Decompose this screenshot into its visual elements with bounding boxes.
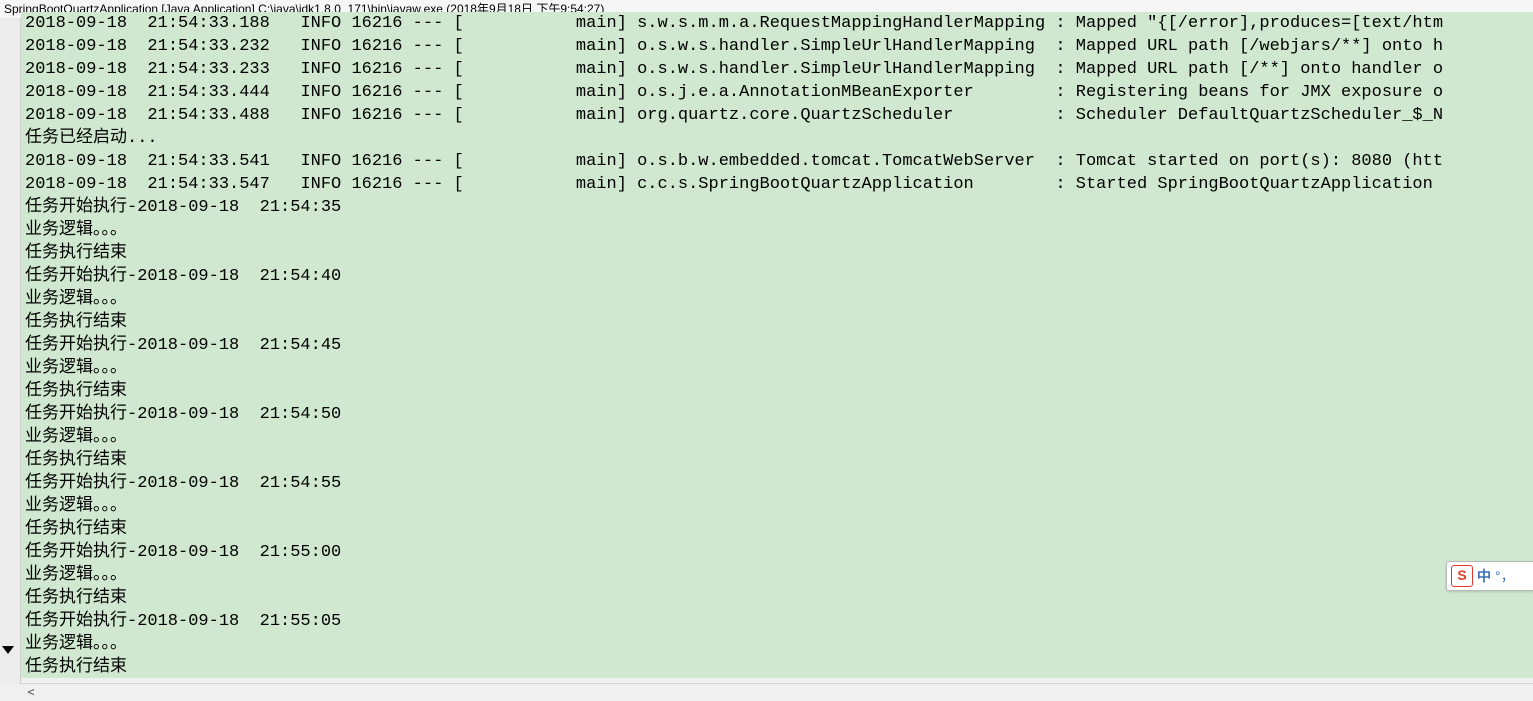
horizontal-scrollbar[interactable]: < (20, 683, 1533, 701)
console-line: 任务执行结束 (25, 656, 1529, 678)
console-line: 任务开始执行-2018-09-18 21:54:55 (25, 472, 1529, 495)
console-wrap: 2018-09-18 21:54:33.188 INFO 16216 --- [… (0, 18, 1533, 684)
console-output[interactable]: 2018-09-18 21:54:33.188 INFO 16216 --- [… (21, 12, 1533, 678)
console-line: 2018-09-18 21:54:33.547 INFO 16216 --- [… (25, 173, 1529, 196)
ime-punct: °， (1495, 566, 1515, 586)
console-line: 业务逻辑。。。 (25, 633, 1529, 656)
console-line: 任务开始执行-2018-09-18 21:54:35 (25, 196, 1529, 219)
console-line: 任务开始执行-2018-09-18 21:54:50 (25, 403, 1529, 426)
console-line: 任务开始执行-2018-09-18 21:54:45 (25, 334, 1529, 357)
console-line: 任务执行结束 (25, 587, 1529, 610)
console-line: 业务逻辑。。。 (25, 426, 1529, 449)
ime-badge[interactable]: S 中 °， (1446, 561, 1533, 591)
caret-down-icon (2, 646, 14, 654)
console-line: 业务逻辑。。。 (25, 564, 1529, 587)
console-line: 任务执行结束 (25, 311, 1529, 334)
console-line: 业务逻辑。。。 (25, 219, 1529, 242)
ime-lang: 中 (1477, 566, 1491, 586)
console-line: 2018-09-18 21:54:33.488 INFO 16216 --- [… (25, 104, 1529, 127)
console-line: 任务执行结束 (25, 380, 1529, 403)
scroll-left-button[interactable]: < (22, 686, 40, 699)
console-line: 业务逻辑。。。 (25, 495, 1529, 518)
console-line: 2018-09-18 21:54:33.541 INFO 16216 --- [… (25, 150, 1529, 173)
console-line: 业务逻辑。。。 (25, 357, 1529, 380)
console-line: 任务执行结束 (25, 242, 1529, 265)
console-gutter (0, 18, 21, 684)
console-line: 2018-09-18 21:54:33.232 INFO 16216 --- [… (25, 35, 1529, 58)
console-line: 2018-09-18 21:54:33.188 INFO 16216 --- [… (25, 12, 1529, 35)
console-line: 任务已经启动... (25, 127, 1529, 150)
console-line: 2018-09-18 21:54:33.233 INFO 16216 --- [… (25, 58, 1529, 81)
console-line: 2018-09-18 21:54:33.444 INFO 16216 --- [… (25, 81, 1529, 104)
console-line: 任务开始执行-2018-09-18 21:55:00 (25, 541, 1529, 564)
console-line: 任务开始执行-2018-09-18 21:54:40 (25, 265, 1529, 288)
console-line: 任务开始执行-2018-09-18 21:55:05 (25, 610, 1529, 633)
sogou-ime-icon: S (1451, 565, 1473, 587)
console-line: 任务执行结束 (25, 518, 1529, 541)
console-line: 业务逻辑。。。 (25, 288, 1529, 311)
console-line: 任务执行结束 (25, 449, 1529, 472)
